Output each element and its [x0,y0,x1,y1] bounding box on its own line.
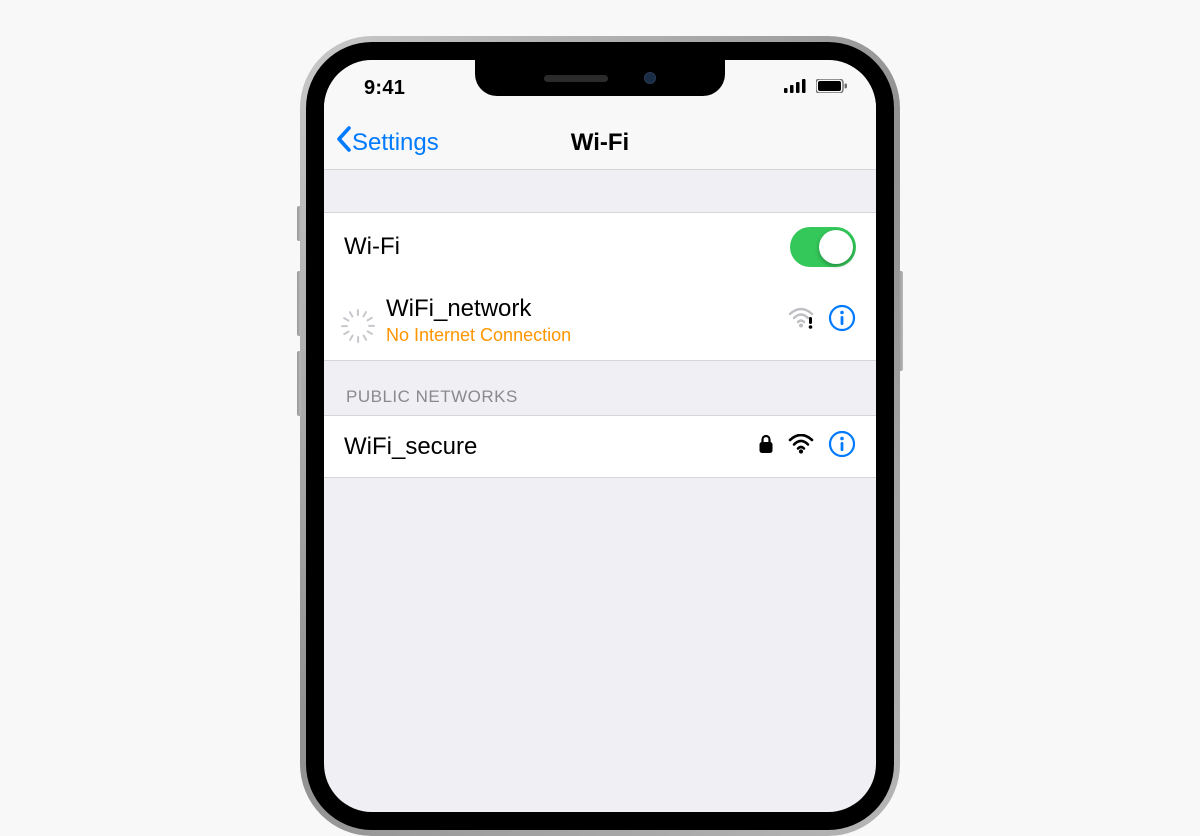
connected-network-row[interactable]: WiFi_network No Internet Connection [324,281,876,361]
battery-icon [816,79,848,98]
wifi-icon [788,434,814,459]
chevron-left-icon [336,126,352,159]
back-label: Settings [352,129,439,157]
network-ssid: WiFi_secure [344,433,758,461]
wifi-toggle-row[interactable]: Wi-Fi [324,212,876,282]
status-time: 9:41 [364,77,405,100]
wifi-warning-icon [788,307,814,334]
info-icon[interactable] [828,304,856,337]
public-networks-header: PUBLIC NETWORKS [324,361,876,415]
wifi-toggle-label: Wi-Fi [344,233,790,261]
network-row[interactable]: WiFi_secure [324,415,876,478]
wifi-switch[interactable] [790,227,856,267]
connected-ssid: WiFi_network [386,295,788,323]
back-button[interactable]: Settings [324,126,439,159]
spinner-icon [344,309,372,333]
info-icon[interactable] [828,430,856,463]
lock-icon [758,434,774,459]
connected-status: No Internet Connection [386,325,788,346]
cellular-icon [784,79,808,98]
